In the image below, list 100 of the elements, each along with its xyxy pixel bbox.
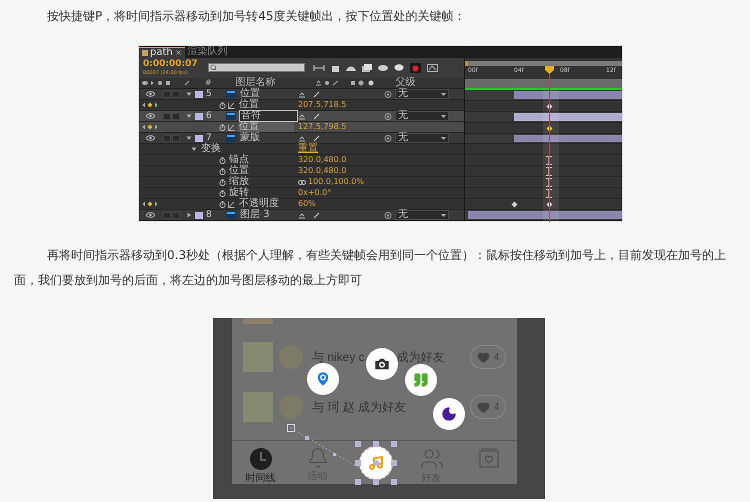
graph-icon[interactable] (228, 102, 235, 108)
expand-caret-icon[interactable] (186, 212, 192, 218)
keyframe-navigator-icon[interactable] (142, 201, 158, 207)
stopwatch-icon[interactable] (219, 124, 226, 130)
property-name[interactable]: 位置 (238, 122, 294, 132)
keyframe-marker[interactable] (546, 189, 552, 198)
cards-icon[interactable] (362, 64, 372, 72)
layer-row[interactable]: 5 位置 无 (139, 89, 464, 100)
pickwhip-icon[interactable] (384, 134, 392, 142)
parent-dropdown[interactable]: 无 (395, 210, 449, 220)
pickwhip-icon[interactable] (384, 212, 392, 218)
graph-icon[interactable] (228, 124, 235, 130)
panel-tab[interactable]: 渲染队列 (184, 46, 231, 58)
keyframe-marker[interactable] (546, 102, 552, 110)
layer-row[interactable]: 位置 207.5,718.5 (139, 100, 464, 111)
playhead-marker[interactable] (545, 66, 554, 222)
close-icon[interactable] (174, 49, 182, 56)
layer-name[interactable]: 位置 (239, 89, 261, 99)
bracket-icon[interactable] (313, 64, 325, 71)
layer-duration-bar[interactable] (514, 134, 622, 142)
lock-switch[interactable] (172, 212, 180, 218)
expand-caret-icon[interactable] (186, 91, 192, 97)
stopwatch-icon[interactable] (219, 102, 226, 108)
property-name[interactable]: 位置 (229, 166, 249, 176)
link-icon[interactable] (298, 180, 306, 184)
solo-switch[interactable] (163, 134, 171, 142)
solo-switch[interactable] (163, 90, 171, 98)
mound-icon[interactable] (346, 64, 356, 72)
stopwatch-icon[interactable] (219, 190, 226, 196)
property-name[interactable]: 位置 (238, 100, 260, 110)
keyframe-marker[interactable] (546, 124, 552, 132)
number-column-header[interactable]: # (205, 78, 212, 88)
eye-icon[interactable] (146, 135, 154, 141)
layer-file-icon (226, 134, 236, 142)
parent-column-header[interactable]: 父级 (396, 78, 416, 88)
stopwatch-icon[interactable] (219, 156, 226, 164)
keyframe-marker[interactable] (546, 167, 552, 176)
property-name[interactable]: 缩放 (229, 177, 249, 187)
expand-caret-icon[interactable] (186, 113, 192, 119)
stopwatch-icon[interactable] (219, 168, 226, 174)
graph-icon[interactable] (228, 200, 235, 208)
keyframe-marker[interactable] (546, 201, 552, 208)
property-value[interactable]: 207.5,718.5 (298, 100, 346, 110)
lock-switch[interactable] (172, 112, 180, 120)
keyframe-navigator-icon[interactable] (142, 124, 158, 130)
label-color-swatch[interactable] (195, 112, 203, 120)
parent-dropdown[interactable]: 无 (395, 111, 449, 121)
timecode[interactable]: 0:00:00:07 (143, 59, 198, 70)
lock-switch[interactable] (172, 90, 180, 98)
layer-row[interactable]: 6 音符 无 (139, 111, 464, 122)
property-value[interactable]: 0x+0.0° (298, 188, 332, 198)
feed-text: 与 nikey c (312, 349, 365, 366)
avatar-photo (243, 342, 273, 372)
lock-switch[interactable] (172, 134, 180, 142)
reset-link[interactable]: 重置 (298, 144, 318, 154)
speech-bubble-icon[interactable] (394, 64, 404, 72)
keyframe-marker[interactable] (546, 156, 552, 166)
layer-duration-bar[interactable] (514, 112, 622, 121)
property-value[interactable]: 127.5,798.5 (298, 122, 346, 132)
composition-icon (142, 50, 148, 56)
layer-name-column-header[interactable]: 图层名称 (236, 78, 311, 88)
pickwhip-icon[interactable] (384, 90, 392, 98)
graph-editor-icon[interactable] (427, 64, 438, 72)
label-color-swatch[interactable] (195, 134, 203, 142)
solo-switch[interactable] (163, 212, 171, 218)
panel-tab[interactable]: path (139, 46, 185, 58)
parent-dropdown[interactable]: 无 (395, 89, 449, 99)
layer-row[interactable]: 7 蒙版 无 (139, 133, 464, 144)
eye-icon[interactable] (146, 212, 154, 218)
property-value[interactable]: 320.0,480.0 (298, 155, 346, 165)
property-name[interactable]: 不透明度 (238, 199, 280, 209)
search-field[interactable] (208, 63, 305, 72)
layer-row[interactable]: 位置 127.5,798.5 (139, 122, 464, 133)
layer-name[interactable]: 音符 (238, 110, 298, 122)
layer-row[interactable]: 不透明度 60% (139, 199, 464, 210)
eye-icon[interactable] (146, 113, 154, 119)
property-value[interactable]: 60% (298, 199, 316, 209)
layer-duration-bar[interactable] (514, 90, 622, 99)
layer-name[interactable]: 图层 3 (239, 210, 271, 220)
keyframe-navigator-icon[interactable] (142, 102, 158, 108)
eye-icon[interactable] (146, 91, 154, 97)
solo-switch[interactable] (163, 112, 171, 120)
label-color-swatch[interactable] (195, 90, 203, 98)
pickwhip-icon[interactable] (384, 112, 392, 120)
parent-dropdown[interactable]: 无 (395, 133, 449, 143)
property-name[interactable]: 锚点 (229, 155, 249, 165)
stopwatch-icon[interactable] (219, 200, 226, 208)
property-name[interactable]: 旋转 (229, 188, 249, 198)
clock-icon[interactable] (248, 447, 272, 471)
keyframe-marker[interactable] (510, 201, 518, 208)
property-value[interactable]: 100.0,100.0% (308, 177, 364, 187)
property-value[interactable]: 320.0,480.0 (298, 166, 346, 176)
record-icon[interactable] (410, 62, 421, 73)
group-name[interactable]: 变换 (201, 144, 221, 154)
stopwatch-icon[interactable] (219, 178, 226, 186)
layer-row[interactable]: 8 图层 3 无 (139, 210, 464, 221)
instruction-text: 按快捷键P，将时间指示器移动到加号转45度关键帧出，按下位置处的关键帧： (47, 8, 467, 24)
label-color-swatch[interactable] (195, 212, 203, 218)
layer-name[interactable]: 蒙版 (239, 133, 261, 143)
keyframe-marker[interactable] (546, 178, 552, 188)
